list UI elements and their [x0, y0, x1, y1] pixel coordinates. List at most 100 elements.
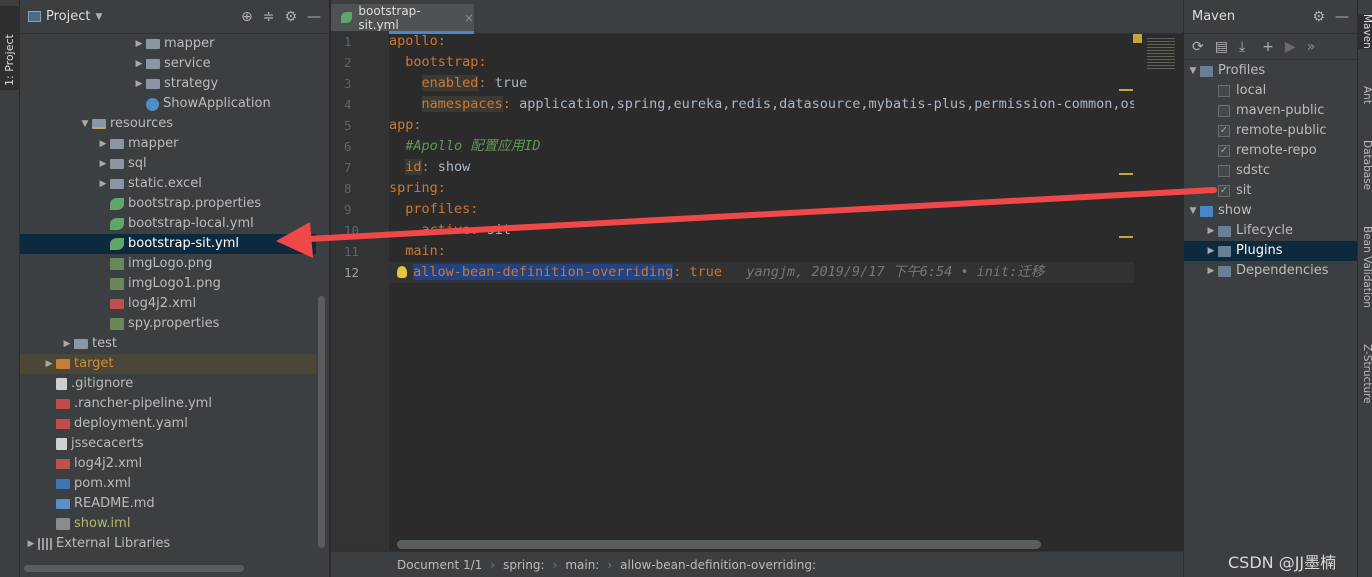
locate-icon[interactable]: ⊕ — [241, 9, 253, 25]
chevron-right-icon[interactable]: ▶ — [132, 34, 146, 54]
close-icon[interactable]: × — [464, 11, 474, 25]
breadcrumb-item[interactable]: Document 1/1 — [397, 558, 482, 572]
code-line[interactable]: spring: — [389, 178, 1134, 199]
tree-item[interactable]: ▶ static.excel — [20, 174, 316, 194]
tree-item[interactable]: ▶ target — [20, 354, 316, 374]
profile-checkbox[interactable] — [1218, 105, 1230, 117]
chevron-right-icon[interactable]: ▶ — [96, 134, 110, 154]
chevron-right-icon[interactable]: ▶ — [96, 154, 110, 174]
maven-tree-item[interactable]: maven-public — [1184, 101, 1358, 121]
profile-checkbox[interactable] — [1218, 165, 1230, 177]
run-icon[interactable]: ▶ — [1285, 39, 1296, 55]
tree-item[interactable]: ▶ External Libraries — [20, 534, 316, 554]
maven-tree-item[interactable]: local — [1184, 81, 1358, 101]
right-tool-tab[interactable]: Ant — [1358, 86, 1372, 104]
maven-tree-item[interactable]: ✓ sit — [1184, 181, 1358, 201]
chevron-right-icon[interactable]: ▶ — [1204, 241, 1218, 261]
more-icon[interactable]: » — [1307, 39, 1316, 55]
tree-item[interactable]: show.iml — [20, 514, 316, 534]
code-line[interactable]: apollo: — [389, 31, 1134, 52]
breadcrumb-item[interactable]: spring: — [503, 558, 544, 572]
code-minimap[interactable] — [1133, 34, 1183, 72]
chevron-down-icon[interactable]: ▼ — [78, 114, 92, 134]
chevron-down-icon[interactable]: ▼ — [95, 12, 102, 22]
breadcrumb-item[interactable]: allow-bean-definition-overriding: — [620, 558, 816, 572]
minimize-icon[interactable]: — — [307, 9, 321, 25]
editor-horizontal-scrollbar[interactable] — [397, 540, 1041, 549]
maven-tree-item[interactable]: ▼ show — [1184, 201, 1358, 221]
maven-tree-item[interactable]: ▶ Lifecycle — [1184, 221, 1358, 241]
add-icon[interactable]: + — [1262, 39, 1274, 55]
right-tool-tab[interactable]: Database — [1358, 140, 1372, 190]
error-stripe-mark[interactable] — [1119, 236, 1133, 238]
error-stripe-mark[interactable] — [1119, 89, 1133, 91]
tree-item[interactable]: spy.properties — [20, 314, 316, 334]
maven-tree-item[interactable]: sdstc — [1184, 161, 1358, 181]
tree-item[interactable]: log4j2.xml — [20, 454, 316, 474]
tree-item[interactable]: README.md — [20, 494, 316, 514]
breadcrumb-item[interactable]: main: — [565, 558, 599, 572]
tree-item[interactable]: .rancher-pipeline.yml — [20, 394, 316, 414]
generate-sources-icon[interactable]: ▤ — [1215, 39, 1228, 55]
chevron-right-icon[interactable]: ▶ — [1204, 221, 1218, 241]
code-line[interactable]: namespaces: application,spring,eureka,re… — [389, 94, 1134, 115]
tree-item[interactable]: bootstrap-sit.yml — [20, 234, 316, 254]
chevron-right-icon[interactable]: ▶ — [96, 174, 110, 194]
horizontal-scrollbar[interactable] — [24, 565, 244, 572]
code-line[interactable]: main: — [389, 241, 1134, 262]
tree-item[interactable]: bootstrap.properties — [20, 194, 316, 214]
right-tool-tab[interactable]: Bean Validation — [1358, 226, 1372, 308]
tree-item[interactable]: pom.xml — [20, 474, 316, 494]
lightbulb-icon[interactable] — [397, 266, 408, 278]
gear-icon[interactable]: ⚙ — [284, 9, 297, 25]
tree-item[interactable]: jssecacerts — [20, 434, 316, 454]
editor-tab[interactable]: bootstrap-sit.yml × — [331, 4, 474, 34]
vertical-scrollbar[interactable] — [318, 296, 325, 548]
tree-item[interactable]: .gitignore — [20, 374, 316, 394]
tree-item[interactable]: ShowApplication — [20, 94, 316, 114]
code-line[interactable]: enabled: true — [389, 73, 1134, 94]
chevron-right-icon[interactable]: ▶ — [60, 334, 74, 354]
tree-item[interactable]: imgLogo1.png — [20, 274, 316, 294]
code-line[interactable]: profiles: — [389, 199, 1134, 220]
tree-item[interactable]: ▶ strategy — [20, 74, 316, 94]
tree-item[interactable]: ▼ resources — [20, 114, 316, 134]
maven-tree-item[interactable]: ✓ remote-public — [1184, 121, 1358, 141]
reload-icon[interactable]: ⟳ — [1192, 39, 1204, 55]
download-icon[interactable]: ⤓ — [1239, 39, 1245, 55]
error-stripe-mark[interactable] — [1119, 173, 1133, 175]
code-line[interactable]: allow-bean-definition-overriding: true y… — [389, 262, 1134, 283]
right-tool-tab[interactable]: Z-Structure — [1358, 344, 1372, 404]
project-view-selector[interactable]: Project — [46, 9, 90, 24]
chevron-right-icon[interactable]: ▶ — [132, 74, 146, 94]
tree-item[interactable]: ▶ sql — [20, 154, 316, 174]
tree-item[interactable]: ▶ mapper — [20, 34, 316, 54]
minimize-icon[interactable]: — — [1335, 9, 1349, 25]
profile-checkbox[interactable]: ✓ — [1218, 185, 1230, 197]
code-line[interactable]: active: sit — [389, 220, 1134, 241]
maven-tree-item[interactable]: ▶ Plugins — [1184, 241, 1358, 261]
chevron-right-icon[interactable]: ▶ — [1204, 261, 1218, 281]
code-area[interactable]: apollo: bootstrap: enabled: true namespa… — [389, 31, 1134, 283]
tree-item[interactable]: log4j2.xml — [20, 294, 316, 314]
tree-item[interactable]: imgLogo.png — [20, 254, 316, 274]
code-line[interactable]: #Apollo 配置应用ID — [389, 136, 1134, 157]
profile-checkbox[interactable]: ✓ — [1218, 125, 1230, 137]
profile-checkbox[interactable] — [1218, 85, 1230, 97]
project-tool-tab[interactable]: 1: Project — [0, 6, 20, 90]
maven-tree-item[interactable]: ✓ remote-repo — [1184, 141, 1358, 161]
tree-item[interactable]: bootstrap-local.yml — [20, 214, 316, 234]
tree-item[interactable]: deployment.yaml — [20, 414, 316, 434]
code-line[interactable]: id: show — [389, 157, 1134, 178]
code-line[interactable]: bootstrap: — [389, 52, 1134, 73]
tree-item[interactable]: ▶ test — [20, 334, 316, 354]
profile-checkbox[interactable]: ✓ — [1218, 145, 1230, 157]
chevron-right-icon[interactable]: ▶ — [132, 54, 146, 74]
tree-item[interactable]: ▶ mapper — [20, 134, 316, 154]
gear-icon[interactable]: ⚙ — [1312, 9, 1325, 25]
chevron-right-icon[interactable]: ▶ — [24, 534, 38, 554]
code-line[interactable]: app: — [389, 115, 1134, 136]
chevron-down-icon[interactable]: ▼ — [1186, 61, 1200, 81]
chevron-right-icon[interactable]: ▶ — [42, 354, 56, 374]
chevron-down-icon[interactable]: ▼ — [1186, 201, 1200, 221]
